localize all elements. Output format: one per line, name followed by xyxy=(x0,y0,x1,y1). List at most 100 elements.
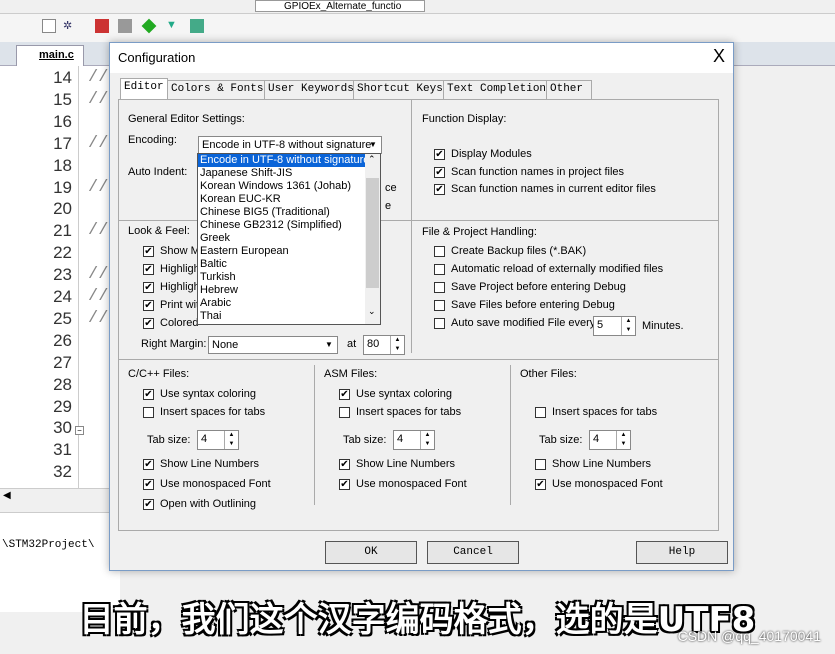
code-line[interactable]: // xyxy=(88,68,108,87)
horizontal-scrollbar[interactable]: ◀ xyxy=(0,488,120,506)
function-display-option-checkbox[interactable]: ✔ xyxy=(434,149,445,160)
insert-spaces-checkbox[interactable] xyxy=(535,407,546,418)
code-line[interactable]: // xyxy=(88,134,108,153)
scroll-left-icon[interactable]: ◀ xyxy=(3,490,11,501)
encoding-option[interactable]: Arabic xyxy=(198,297,380,310)
tab-size-label: Tab size: xyxy=(539,434,583,446)
syntax-coloring-label: Use syntax coloring xyxy=(160,388,256,400)
encoding-select[interactable]: Encode in UTF-8 without signature ▼ xyxy=(198,136,382,154)
spin-arrows-icon[interactable]: ▲ ▼ xyxy=(621,317,635,335)
funnel-icon[interactable]: ▼ xyxy=(166,19,180,33)
encoding-option[interactable]: Korean Windows 1361 (Johab) xyxy=(198,180,380,193)
insert-spaces-label: Insert spaces for tabs xyxy=(160,406,266,418)
show-line-numbers-checkbox[interactable]: ✔ xyxy=(339,459,350,470)
tab-shortcut-keys[interactable]: Shortcut Keys xyxy=(353,80,447,99)
tab-main-c[interactable]: main.c xyxy=(16,45,84,66)
open-outlining-checkbox[interactable]: ✔ xyxy=(143,499,154,510)
pack-icon[interactable] xyxy=(190,19,204,33)
encoding-option[interactable]: Hebrew xyxy=(198,284,380,297)
line-number: 25 xyxy=(53,308,72,328)
syntax-coloring-checkbox[interactable]: ✔ xyxy=(143,389,154,400)
encoding-option[interactable]: Japanese Shift-JIS xyxy=(198,167,380,180)
monospaced-font-checkbox[interactable]: ✔ xyxy=(143,479,154,490)
line-number: 17 xyxy=(53,133,72,153)
autosave-spinner[interactable]: 5 ▲ ▼ xyxy=(593,316,636,336)
file-handling-option-checkbox[interactable] xyxy=(434,318,445,329)
code-line[interactable]: // xyxy=(88,265,108,284)
right-margin-select[interactable]: None ▼ xyxy=(208,336,338,354)
help-button[interactable]: Help xyxy=(636,541,728,564)
scroll-thumb[interactable] xyxy=(366,178,379,288)
tab-size-spinner[interactable]: 4 ▲ ▼ xyxy=(393,430,435,450)
encoding-label: Encoding: xyxy=(128,134,177,146)
line-number: 29 xyxy=(53,396,72,416)
encoding-option[interactable]: Korean EUC-KR xyxy=(198,193,380,206)
code-line[interactable]: // xyxy=(88,287,108,306)
tab-text-completion[interactable]: Text Completion xyxy=(443,80,551,99)
encoding-option[interactable]: Encode in UTF-8 without signature xyxy=(198,154,369,167)
encoding-option[interactable]: Chinese GB2312 (Simplified) xyxy=(198,219,380,232)
scroll-up-icon[interactable]: ⌃ xyxy=(368,154,376,165)
code-line[interactable]: // xyxy=(88,309,108,328)
file-handling-option-checkbox[interactable] xyxy=(434,264,445,275)
function-display-option-checkbox[interactable]: ✔ xyxy=(434,184,445,195)
file-handling-option-label: Auto save modified File every xyxy=(451,317,596,329)
scroll-down-icon[interactable]: ⌄ xyxy=(368,306,376,317)
tab-user-keywords[interactable]: User Keywords xyxy=(264,80,358,99)
encoding-option[interactable]: Chinese BIG5 (Traditional) xyxy=(198,206,380,219)
file-handling-option-checkbox[interactable] xyxy=(434,246,445,257)
ok-button[interactable]: OK xyxy=(325,541,417,564)
look-option-checkbox[interactable]: ✔ xyxy=(143,264,154,275)
function-display-heading: Function Display: xyxy=(422,113,507,125)
cancel-button[interactable]: Cancel xyxy=(427,541,519,564)
syntax-coloring-checkbox[interactable]: ✔ xyxy=(339,389,350,400)
encoding-option[interactable]: Greek xyxy=(198,232,380,245)
batch-icon[interactable] xyxy=(118,19,132,33)
auto-indent-label: Auto Indent: xyxy=(128,166,188,178)
tab-size-spinner[interactable]: 4 ▲ ▼ xyxy=(589,430,631,450)
target-select[interactable]: GPIOEx_Alternate_functio xyxy=(255,0,425,12)
diamond-icon[interactable] xyxy=(141,18,157,34)
show-line-numbers-checkbox[interactable]: ✔ xyxy=(143,459,154,470)
fold-icon[interactable]: − xyxy=(75,426,84,435)
tab-other[interactable]: Other xyxy=(546,80,592,99)
dropdown-scrollbar[interactable]: ⌃ ⌄ xyxy=(365,154,380,324)
code-line[interactable]: // xyxy=(88,90,108,109)
tab-editor[interactable]: Editor xyxy=(120,78,168,100)
encoding-option[interactable]: Eastern European xyxy=(198,245,380,258)
line-number: 21 xyxy=(53,221,72,241)
encoding-option[interactable]: Thai xyxy=(198,310,380,323)
file-handling-option-checkbox[interactable] xyxy=(434,300,445,311)
dropdown-icon[interactable] xyxy=(42,19,56,33)
line-number: 26 xyxy=(53,330,72,350)
encoding-option[interactable]: Baltic xyxy=(198,258,380,271)
code-line[interactable]: // xyxy=(88,178,108,197)
encoding-option[interactable]: Turkish xyxy=(198,271,380,284)
chevron-down-icon: ▼ xyxy=(369,140,377,149)
right-margin-spinner[interactable]: 80 ▲ ▼ xyxy=(363,335,405,355)
insert-spaces-checkbox[interactable] xyxy=(143,407,154,418)
wand-icon[interactable]: ✲ xyxy=(63,19,77,33)
look-option-checkbox[interactable]: ✔ xyxy=(143,300,154,311)
tab-size-spinner[interactable]: 4 ▲ ▼ xyxy=(197,430,239,450)
look-option-checkbox[interactable]: ✔ xyxy=(143,318,154,329)
close-button[interactable]: X xyxy=(713,46,725,67)
build-icon[interactable] xyxy=(95,19,109,33)
monospaced-font-checkbox[interactable]: ✔ xyxy=(535,479,546,490)
spin-arrows-icon[interactable]: ▲ ▼ xyxy=(390,336,404,354)
encoding-dropdown-list[interactable]: Encode in UTF-8 without signature Japanes… xyxy=(197,153,381,325)
spin-arrows-icon[interactable]: ▲ ▼ xyxy=(420,431,434,449)
function-display-option-checkbox[interactable]: ✔ xyxy=(434,166,445,178)
spin-arrows-icon[interactable]: ▲ ▼ xyxy=(616,431,630,449)
look-option-checkbox[interactable]: ✔ xyxy=(143,246,154,257)
file-handling-option-checkbox[interactable] xyxy=(434,282,445,293)
code-line[interactable]: // xyxy=(88,221,108,240)
show-line-numbers-checkbox[interactable] xyxy=(535,459,546,470)
monospaced-font-checkbox[interactable]: ✔ xyxy=(339,479,350,490)
insert-spaces-checkbox[interactable] xyxy=(339,407,350,418)
c-files-heading: C/C++ Files: xyxy=(128,368,190,380)
at-label: at xyxy=(347,338,357,350)
spin-arrows-icon[interactable]: ▲ ▼ xyxy=(224,431,238,449)
look-option-checkbox[interactable]: ✔ xyxy=(143,282,154,293)
tab-colors-fonts[interactable]: Colors & Fonts xyxy=(167,80,268,99)
